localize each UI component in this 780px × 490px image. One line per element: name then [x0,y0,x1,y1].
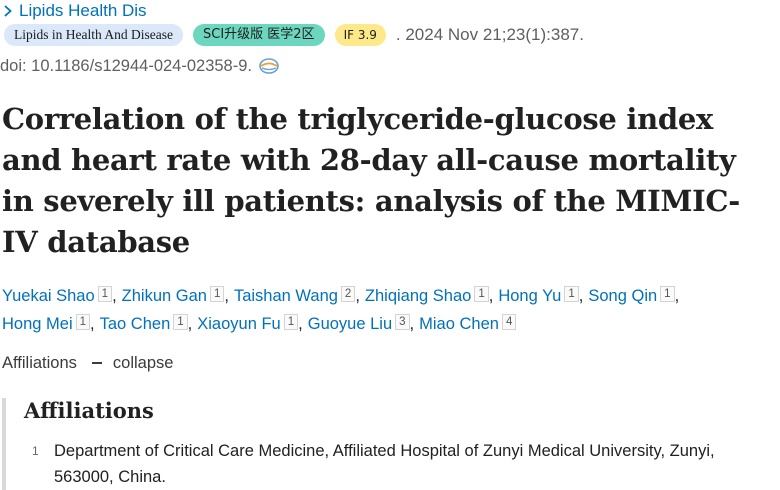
affiliation-number-link[interactable]: 1 [283,314,299,330]
affiliations-heading: Affiliations [24,398,154,423]
journal-badges: Lipids in Health And Disease SCI升级版 医学2区… [4,23,584,47]
author-separator: , [224,287,229,305]
author-item: Tao Chen 1, [100,314,198,333]
sci-ranking-badge[interactable]: SCI升级版 医学2区 [192,24,325,46]
author-separator: , [187,315,193,333]
journal-name-badge[interactable]: Lipids in Health And Disease [4,24,183,46]
impact-factor-badge[interactable]: IF 3.9 [334,24,386,46]
article-title: Correlation of the triglyceride-glucose … [2,102,740,259]
author-item: Yuekai Shao 1, [2,286,122,305]
author-list: Yuekai Shao 1, Zhikun Gan 1, Taishan Wang 2, Z… [2,282,762,338]
journal-link-row[interactable]: Lipids Health Dis [0,0,147,22]
author-name-link[interactable]: Guoyue Liu [308,315,392,333]
author-item: Guoyue Liu 3, [308,314,419,333]
author-name-link[interactable]: Hong Yu [498,287,561,305]
affiliations-panel: Affiliations 1 Department of Critical Ca… [2,398,780,490]
author-item: Zhikun Gan 1, [122,286,234,305]
author-item: Miao Chen 4 [419,314,517,333]
doi-row: doi: 10.1186/s12944-024-02358-9. [0,54,280,78]
author-name-link[interactable]: Miao Chen [419,315,499,333]
affiliation-number-link[interactable]: 3 [395,314,410,330]
translate-icon[interactable] [258,57,280,75]
affiliations-toggle[interactable]: Affiliations collapse [2,352,173,374]
affiliation-number-link[interactable]: 1 [173,314,188,330]
author-item: Taishan Wang 2, [234,286,365,305]
citation-text: . 2024 Nov 21;23(1):387. [395,25,584,44]
author-item: Xiaoyun Fu 1, [197,314,307,333]
author-item: Zhiqiang Shao 1, [365,286,498,305]
author-name-link[interactable]: Zhiqiang Shao [365,287,471,305]
author-name-link[interactable]: Zhikun Gan [122,287,207,305]
affiliation-number-link[interactable]: 2 [340,286,356,302]
affiliations-toggle-label: Affiliations [2,353,77,372]
affiliation-number-link[interactable]: 1 [564,286,579,302]
author-separator: , [298,315,303,333]
author-name-link[interactable]: Hong Mei [2,315,73,333]
author-separator: , [578,287,584,305]
affiliation-text: Department of Critical Care Medicine, Af… [54,442,715,486]
author-separator: , [112,287,117,305]
affiliation-index: 1 [32,444,39,458]
author-name-link[interactable]: Tao Chen [100,315,171,333]
doi-text: doi: 10.1186/s12944-024-02358-9. [0,56,252,75]
author-name-link[interactable]: Yuekai Shao [2,287,95,305]
affiliation-number-link[interactable]: 1 [474,286,489,302]
author-item: Song Qin 1, [588,286,684,305]
author-name-link[interactable]: Song Qin [588,287,657,305]
affiliation-number-link[interactable]: 4 [501,314,517,330]
journal-link[interactable]: Lipids Health Dis [19,1,147,21]
author-separator: , [409,315,415,333]
author-name-link[interactable]: Xiaoyun Fu [197,315,280,333]
affiliation-number-link[interactable]: 1 [660,286,675,302]
author-separator: , [90,315,95,333]
author-separator: , [355,287,360,305]
affiliation-number-link[interactable]: 1 [209,286,225,302]
chevron-right-icon [1,4,15,18]
collapse-dash-icon [91,362,102,364]
author-separator: , [674,287,680,305]
affiliation-number-link[interactable]: 1 [75,314,91,330]
author-separator: , [488,287,494,305]
author-item: Hong Yu 1, [498,286,588,305]
affiliations-collapse-link[interactable]: collapse [113,354,174,373]
author-name-link[interactable]: Taishan Wang [234,287,338,305]
affiliation-item: 1 Department of Critical Care Medicine, … [32,438,778,490]
affiliation-number-link[interactable]: 1 [97,286,113,302]
author-item: Hong Mei 1, [2,314,100,333]
